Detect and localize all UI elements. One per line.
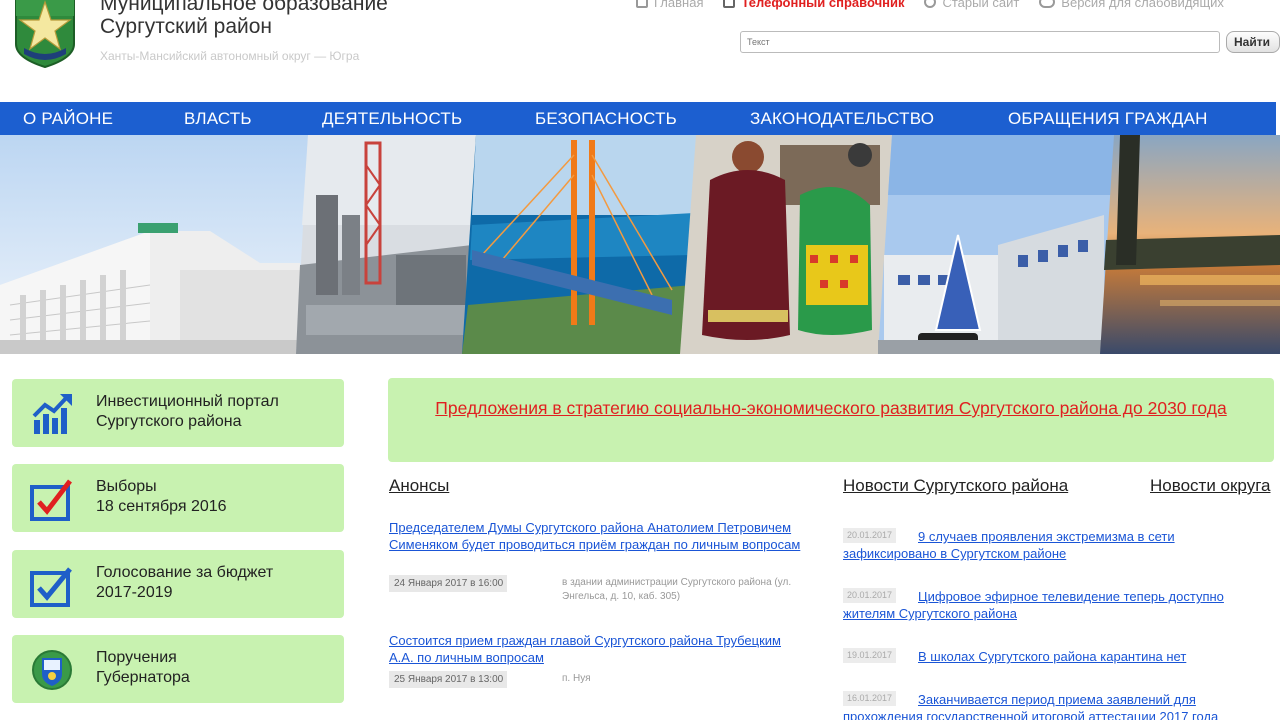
- news-link-4[interactable]: Заканчивается период приема заявлений дл…: [843, 691, 1263, 720]
- nav-item-activity[interactable]: ДЕЯТЕЛЬНОСТЬ: [322, 102, 462, 135]
- home-link[interactable]: Главная: [636, 0, 703, 10]
- tile-governor-orders-text: Поручения Губернатора: [96, 648, 190, 688]
- tile-line2: 18 сентября 2016: [96, 498, 227, 515]
- phonebook-icon: [723, 0, 736, 8]
- tile-investment-portal[interactable]: Инвестиционный портал Сургутского района: [12, 379, 344, 447]
- tile-elections-text: Выборы 18 сентября 2016: [96, 477, 227, 517]
- home-icon: [636, 0, 648, 8]
- search-input[interactable]: [740, 31, 1220, 53]
- strategy-banner: Предложения в стратегию социально-эконом…: [388, 378, 1274, 462]
- announcement-date-1: 24 Января 2017 в 16:00: [389, 575, 508, 592]
- tile-investment-portal-text: Инвестиционный портал Сургутского района: [96, 392, 279, 432]
- ballot-check-icon: [30, 479, 72, 521]
- announcement-place-2: п. Нуя: [562, 673, 591, 684]
- home-link-label: Главная: [654, 0, 704, 10]
- nav-item-about[interactable]: О РАЙОНЕ: [23, 102, 113, 135]
- coat-of-arms-icon: [32, 650, 72, 690]
- news-link-1[interactable]: 9 случаев проявления экстремизма в сети …: [843, 528, 1263, 562]
- phone-directory-link[interactable]: Телефонный справочник: [723, 0, 904, 10]
- tile-line1: Голосование за бюджет: [96, 564, 274, 581]
- globe-icon: [924, 0, 937, 8]
- tile-budget-vote[interactable]: Голосование за бюджет 2017-2019: [12, 550, 344, 618]
- tile-line2: 2017-2019: [96, 584, 173, 601]
- tile-governor-orders[interactable]: Поручения Губернатора: [12, 635, 344, 703]
- tile-line1: Поручения: [96, 649, 177, 666]
- coat-of-arms-logo-icon[interactable]: [12, 0, 78, 68]
- news-link-3[interactable]: В школах Сургутского района карантина не…: [843, 648, 1263, 665]
- site-subtitle: Ханты-Мансийский автономный округ — Югра: [100, 49, 360, 63]
- strategy-link[interactable]: Предложения в стратегию социально-эконом…: [418, 397, 1244, 420]
- announcement-place-1: в здании администрации Сургутского район…: [562, 577, 792, 602]
- tile-elections[interactable]: Выборы 18 сентября 2016: [12, 464, 344, 532]
- old-site-label: Старый сайт: [942, 0, 1020, 10]
- nav-item-security[interactable]: БЕЗОПАСНОСТЬ: [535, 102, 677, 135]
- announcement-link-2[interactable]: Состоится прием граждан главой Сургутско…: [389, 632, 809, 666]
- top-links: Главная Телефонный справочник Старый сай…: [636, 0, 1244, 10]
- tile-line2: Губернатора: [96, 669, 190, 686]
- nav-item-government[interactable]: ВЛАСТЬ: [184, 102, 252, 135]
- tile-line1: Инвестиционный портал: [96, 393, 279, 410]
- photo-banner: [0, 135, 1280, 354]
- site-header: Муниципальное образование Сургутский рай…: [0, 0, 1280, 102]
- nav-item-appeals[interactable]: ОБРАЩЕНИЯ ГРАЖДАН: [1008, 102, 1208, 135]
- chart-growth-icon: [32, 394, 72, 434]
- news-link-2[interactable]: Цифровое эфирное телевидение теперь дост…: [843, 588, 1263, 622]
- tab-district-news[interactable]: Новости Сургутского района: [843, 476, 1068, 496]
- announcement-date-2: 25 Января 2017 в 13:00: [389, 671, 508, 688]
- old-site-link[interactable]: Старый сайт: [924, 0, 1019, 10]
- tile-budget-vote-text: Голосование за бюджет 2017-2019: [96, 563, 273, 603]
- tile-line2: Сургутского района: [96, 413, 242, 430]
- accessibility-link[interactable]: Версия для слабовидящих: [1039, 0, 1224, 10]
- banner-photo-modern-building: [878, 135, 1118, 354]
- tile-line1: Выборы: [96, 478, 157, 495]
- glasses-icon: [1039, 0, 1056, 8]
- nav-item-legislation[interactable]: ЗАКОНОДАТЕЛЬСТВО: [750, 102, 934, 135]
- phone-directory-label: Телефонный справочник: [741, 0, 905, 10]
- checkbox-icon: [30, 567, 72, 607]
- announcement-link-1[interactable]: Председателем Думы Сургутского района Ан…: [389, 519, 809, 553]
- accessibility-label: Версия для слабовидящих: [1061, 0, 1224, 10]
- tab-okrug-news[interactable]: Новости округа: [1150, 476, 1270, 496]
- tab-announcements[interactable]: Анонсы: [389, 476, 449, 496]
- banner-photo-industrial-plant: [296, 135, 478, 354]
- site-title-line2: Сургутский район: [100, 15, 272, 38]
- banner-photo-administration-building: [0, 135, 312, 354]
- main-nav: О РАЙОНЕ ВЛАСТЬ ДЕЯТЕЛЬНОСТЬ БЕЗОПАСНОСТ…: [0, 102, 1276, 135]
- banner-photo-people-costumes: [680, 135, 894, 354]
- search-button[interactable]: Найти: [1226, 31, 1280, 53]
- banner-photo-sunset-lake: [1100, 135, 1280, 354]
- banner-photo-bridge: [462, 135, 698, 354]
- site-title-line1: Муниципальное образование: [100, 0, 388, 15]
